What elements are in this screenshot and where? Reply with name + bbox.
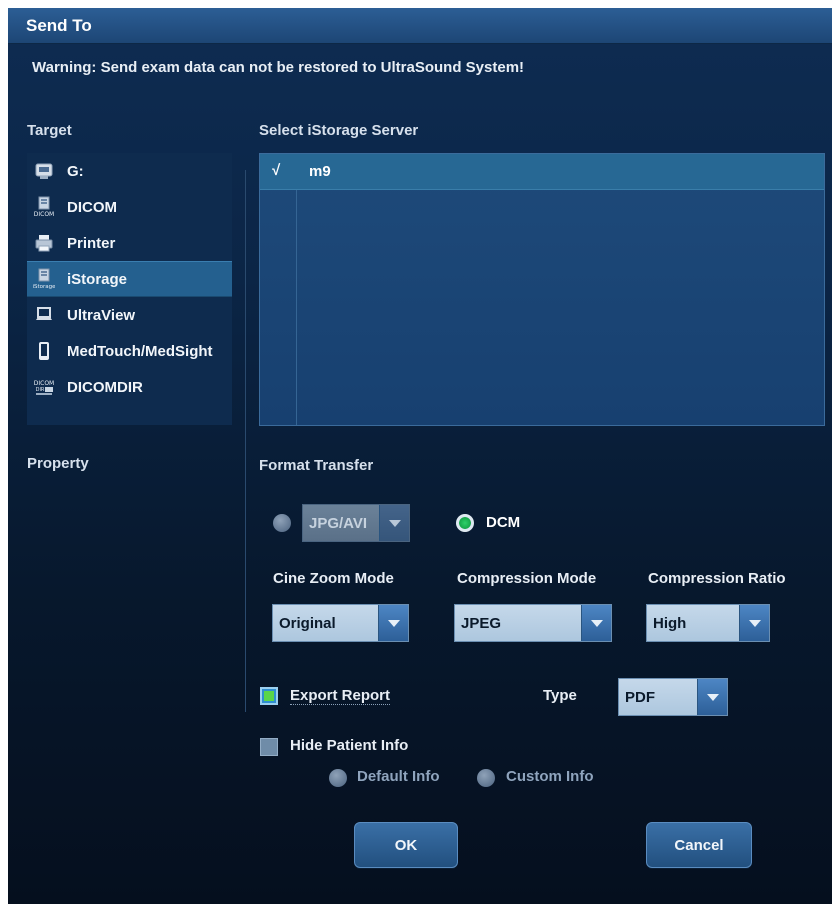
hide-patient-info-checkbox[interactable] (260, 738, 278, 756)
svg-text:DICOM: DICOM (34, 211, 54, 218)
dcm-radio[interactable] (456, 514, 474, 532)
server-selected-check[interactable]: √ (272, 162, 280, 179)
cine-zoom-mode-value: Original (279, 615, 336, 632)
cine-zoom-mode-dropdown[interactable]: Original (272, 604, 409, 642)
printer-icon (33, 232, 55, 254)
ok-button[interactable]: OK (354, 822, 458, 868)
server-row-m9[interactable]: √ m9 (260, 154, 824, 190)
format-transfer-title: Format Transfer (259, 457, 374, 474)
property-section-title: Property (27, 455, 89, 472)
target-item-label: iStorage (67, 270, 128, 288)
server-section-title: Select iStorage Server (259, 122, 419, 139)
target-list: G: DICOM DICOM Printer iStorage iStorage… (27, 153, 232, 425)
target-item-g-drive[interactable]: G: (27, 153, 232, 189)
target-section-title: Target (27, 122, 72, 139)
target-item-label: G: (67, 162, 84, 180)
jpg-avi-radio[interactable] (273, 514, 291, 532)
chevron-down-icon[interactable] (697, 679, 727, 715)
report-type-dropdown[interactable]: PDF (618, 678, 728, 716)
target-item-label: DICOMDIR (67, 378, 143, 396)
server-list-column-divider (296, 154, 297, 425)
target-item-label: MedTouch/MedSight (67, 342, 213, 360)
laptop-icon (33, 304, 55, 326)
cine-zoom-mode-label: Cine Zoom Mode (273, 570, 394, 587)
chevron-down-icon[interactable] (739, 605, 769, 641)
usb-drive-icon (33, 160, 55, 182)
svg-text:iStorage: iStorage (33, 284, 55, 290)
compression-ratio-dropdown[interactable]: High (646, 604, 770, 642)
custom-info-label: Custom Info (506, 768, 594, 785)
target-item-label: UltraView (67, 306, 136, 324)
chevron-down-icon[interactable] (378, 605, 408, 641)
compression-ratio-label: Compression Ratio (648, 570, 786, 587)
send-to-dialog: Send To Warning: Send exam data can not … (8, 8, 832, 904)
svg-text:DIR: DIR (36, 387, 45, 393)
svg-text:DICOM: DICOM (34, 380, 54, 387)
export-report-label: Export Report (290, 687, 391, 705)
target-item-istorage[interactable]: iStorage iStorage (27, 261, 232, 297)
dicom-icon: DICOM (33, 196, 55, 218)
dialog-title-bar: Send To (8, 8, 832, 44)
mobile-phone-icon (33, 340, 55, 362)
target-item-dicom[interactable]: DICOM DICOM (27, 189, 232, 225)
target-item-medtouch-medsight[interactable]: MedTouch/MedSight (27, 333, 232, 369)
default-info-label: Default Info (357, 768, 440, 785)
target-item-printer[interactable]: Printer (27, 225, 232, 261)
chevron-down-icon[interactable] (581, 605, 611, 641)
target-item-ultraview[interactable]: UltraView (27, 297, 232, 333)
vertical-divider (245, 170, 246, 712)
istorage-icon: iStorage (33, 268, 55, 290)
custom-info-radio[interactable] (477, 769, 495, 787)
compression-mode-value: JPEG (461, 615, 502, 632)
compression-mode-dropdown[interactable]: JPEG (454, 604, 612, 642)
export-report-checkbox[interactable] (260, 687, 278, 705)
cancel-button[interactable]: Cancel (646, 822, 752, 868)
type-label: Type (543, 687, 577, 704)
target-item-label: Printer (67, 234, 116, 252)
dialog-title: Send To (26, 16, 92, 35)
compression-mode-label: Compression Mode (457, 570, 597, 587)
target-item-dicomdir[interactable]: DICOM DIR DICOMDIR (27, 369, 232, 405)
warning-message: Warning: Send exam data can not be resto… (32, 59, 525, 76)
dcm-label: DCM (486, 514, 521, 531)
chevron-down-icon[interactable] (379, 505, 409, 541)
report-type-value: PDF (625, 689, 655, 706)
compression-ratio-value: High (653, 615, 687, 632)
hide-patient-info-label: Hide Patient Info (290, 737, 409, 754)
server-name: m9 (309, 163, 331, 180)
jpg-avi-dropdown[interactable]: JPG/AVI (302, 504, 410, 542)
default-info-radio[interactable] (329, 769, 347, 787)
dicomdir-icon: DICOM DIR (33, 376, 55, 398)
jpg-avi-value: JPG/AVI (309, 515, 368, 532)
target-item-label: DICOM (67, 198, 117, 216)
server-list: √ m9 (259, 153, 825, 426)
